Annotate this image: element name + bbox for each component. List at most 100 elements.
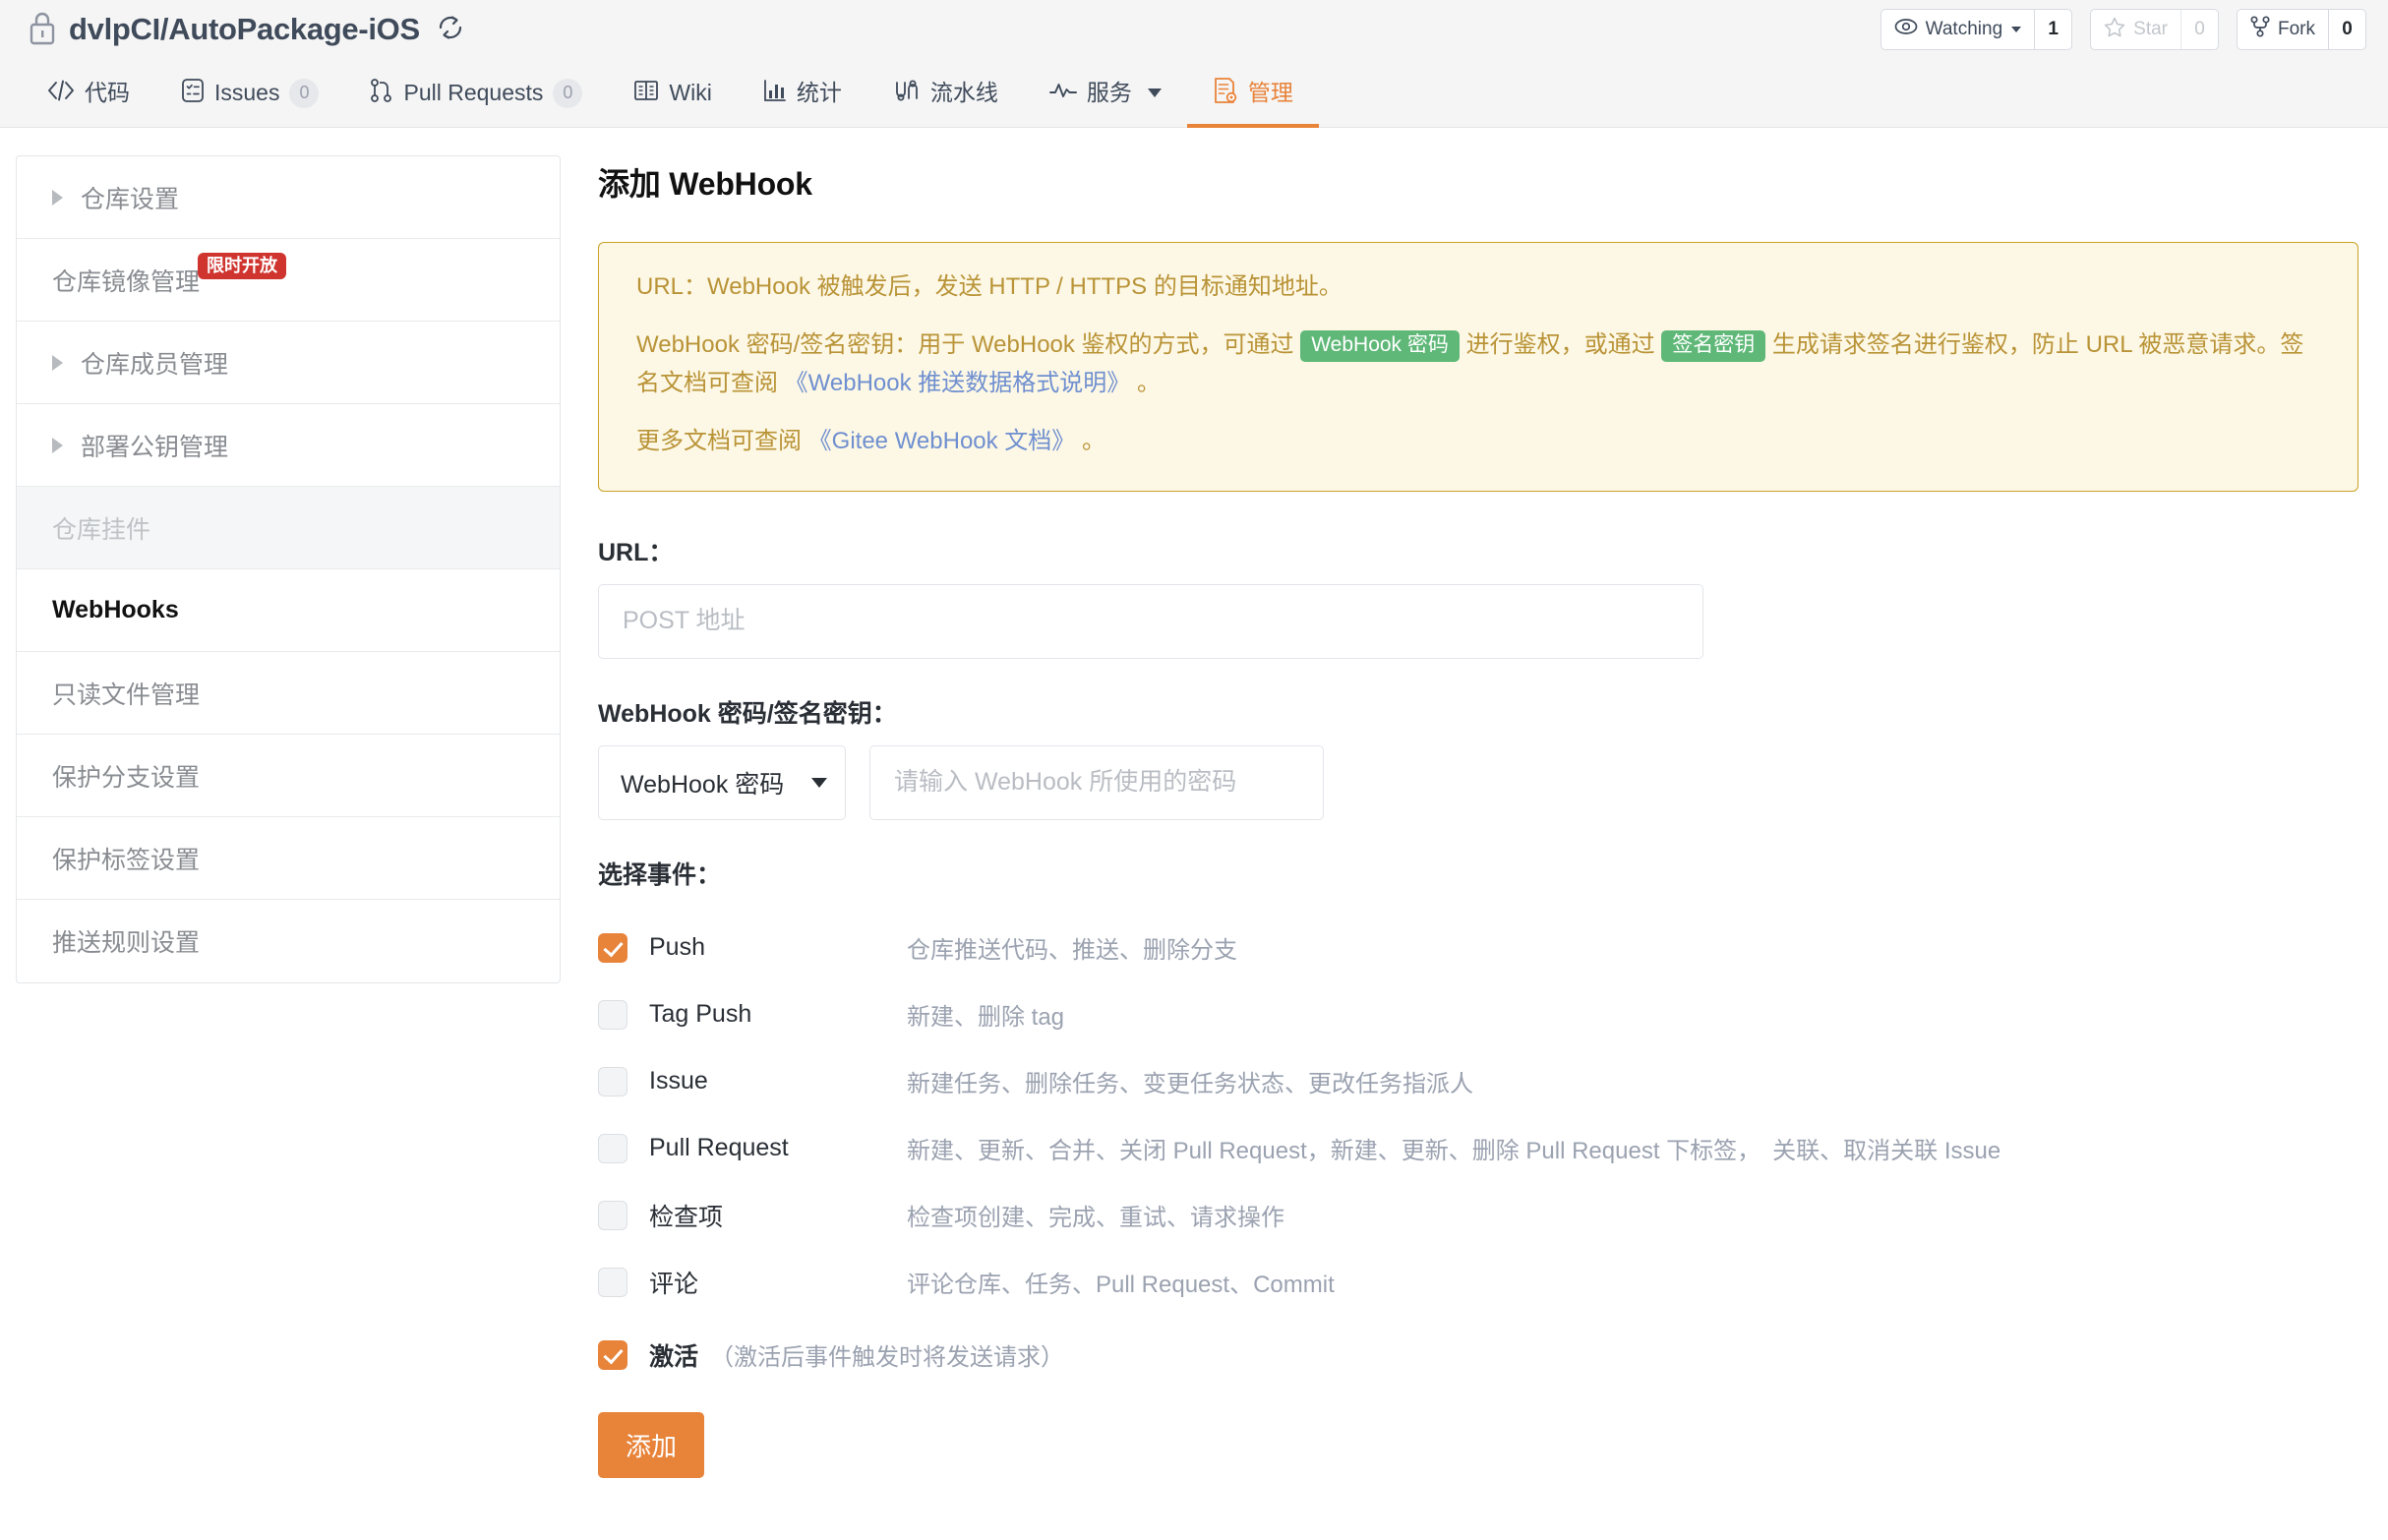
activate-hint: （激活后事件触发时将发送请求）: [710, 1344, 1065, 1371]
notice-docs-part-a: 更多文档可查阅: [636, 427, 808, 454]
event-name-issue: Issue: [649, 1067, 708, 1095]
fork-icon: [2250, 16, 2270, 43]
sidebar-item-readonly-files[interactable]: 只读文件管理: [17, 652, 560, 735]
event-name-tag-push: Tag Push: [649, 1000, 752, 1028]
star-button[interactable]: Star: [2091, 10, 2180, 49]
event-row-tag-push[interactable]: Tag Push 新建、删除 tag: [598, 981, 2358, 1048]
chevron-down-icon: [1147, 89, 1162, 97]
activate-row[interactable]: 激活 （激活后事件触发时将发送请求）: [598, 1337, 2358, 1373]
sidebar-item-member-management[interactable]: 仓库成员管理: [17, 322, 560, 404]
watch-button[interactable]: Watching: [1881, 10, 2035, 49]
star-icon: [2104, 17, 2125, 43]
event-row-check-item[interactable]: 检查项 检查项创建、完成、重试、请求操作: [598, 1182, 2358, 1249]
event-row-pull-request[interactable]: Pull Request 新建、更新、合并、关闭 Pull Request，新建…: [598, 1115, 2358, 1182]
tab-pipeline-label: 流水线: [929, 80, 998, 105]
activate-label: 激活: [649, 1342, 699, 1371]
event-desc-tag-push: 新建、删除 tag: [907, 1004, 1065, 1031]
sidebar-item-label: 只读文件管理: [52, 681, 201, 709]
tab-stats[interactable]: 统计: [738, 59, 867, 127]
secret-value-input[interactable]: [869, 744, 1324, 820]
notice-line-secret: WebHook 密码/签名密钥：用于 WebHook 鉴权的方式，可通过 Web…: [636, 326, 2320, 403]
repo-name[interactable]: dvlpCI/AutoPackage-iOS: [69, 12, 420, 47]
tab-wiki-label: Wiki: [669, 80, 712, 105]
sidebar-item-label: 仓库成员管理: [81, 350, 229, 379]
eye-icon: [1894, 18, 1918, 41]
fork-count[interactable]: 0: [2328, 10, 2365, 49]
event-row-comment[interactable]: 评论 评论仓库、任务、Pull Request、Commit: [598, 1249, 2358, 1316]
tab-wiki[interactable]: Wiki: [608, 59, 737, 127]
sidebar-item-mirror-management[interactable]: 仓库镜像管理 限时开放: [17, 239, 560, 322]
tab-manage[interactable]: 管理: [1186, 59, 1319, 128]
sidebar-item-label: 部署公钥管理: [81, 433, 229, 461]
checkbox-comment[interactable]: [598, 1267, 627, 1297]
notice-secret-part-a: WebHook 密码/签名密钥：用于 WebHook 鉴权的方式，可通过: [636, 330, 1301, 358]
checkbox-check-item[interactable]: [598, 1200, 627, 1230]
tab-pull-requests[interactable]: Pull Requests 0: [344, 59, 608, 127]
event-name-pull-request: Pull Request: [649, 1134, 789, 1161]
link-webhook-payload-doc[interactable]: 《WebHook 推送数据格式说明》: [785, 370, 1131, 396]
pull-request-icon: [370, 78, 393, 109]
tab-issues-badge: 0: [289, 78, 320, 108]
secret-type-select[interactable]: WebHook 密码: [598, 744, 846, 820]
sidebar-item-label: 推送规则设置: [52, 929, 201, 957]
star-button-group[interactable]: Star 0: [2090, 9, 2219, 50]
add-webhook-button[interactable]: 添加: [598, 1411, 705, 1478]
chevron-down-icon: [811, 777, 827, 788]
sync-icon[interactable]: [436, 13, 465, 47]
link-gitee-webhook-doc[interactable]: 《Gitee WebHook 文档》: [808, 428, 1076, 454]
activity-icon: [1048, 80, 1077, 106]
event-row-push[interactable]: Push 仓库推送代码、推送、删除分支: [598, 915, 2358, 981]
sidebar-item-label: 仓库设置: [81, 185, 180, 213]
checkbox-activate[interactable]: [598, 1339, 627, 1370]
sidebar-item-webhooks[interactable]: WebHooks: [17, 569, 560, 652]
tab-services[interactable]: 服务: [1024, 59, 1187, 127]
sidebar-item-label: 仓库挂件: [52, 515, 151, 544]
tab-pull-requests-badge: 0: [553, 78, 583, 108]
pipeline-icon: [893, 79, 921, 108]
sidebar-item-label: 保护分支设置: [52, 763, 201, 792]
watch-label: Watching: [1925, 19, 2003, 39]
watch-button-group[interactable]: Watching 1: [1880, 9, 2073, 50]
watch-count[interactable]: 1: [2034, 10, 2071, 49]
checkbox-pull-request[interactable]: [598, 1133, 627, 1163]
event-desc-pull-request: 新建、更新、合并、关闭 Pull Request，新建、更新、删除 Pull R…: [907, 1138, 2001, 1164]
sidebar-item-protected-branches[interactable]: 保护分支设置: [17, 735, 560, 817]
sidebar-item-widgets[interactable]: 仓库挂件: [17, 487, 560, 569]
sidebar-item-protected-tags[interactable]: 保护标签设置: [17, 817, 560, 900]
fork-button[interactable]: Fork: [2238, 10, 2328, 49]
notice-line-url-text: URL：WebHook 被触发后，发送 HTTP / HTTPS 的目标通知地址…: [636, 273, 1343, 300]
tab-code[interactable]: 代码: [22, 59, 155, 127]
url-field-label: URL：: [598, 538, 674, 566]
lock-icon: [28, 10, 57, 50]
triangle-right-icon: [52, 189, 63, 206]
tab-issues-label: Issues: [214, 80, 280, 105]
notice-line-docs: 更多文档可查阅 《Gitee WebHook 文档》 。: [636, 423, 2320, 461]
sidebar-item-repo-settings[interactable]: 仓库设置: [17, 156, 560, 239]
checkbox-tag-push[interactable]: [598, 999, 627, 1030]
notice-secret-part-d: 。: [1130, 369, 1161, 396]
url-input[interactable]: [598, 583, 1703, 659]
tab-issues[interactable]: Issues 0: [155, 59, 344, 127]
chart-icon: [763, 79, 787, 108]
event-desc-issue: 新建任务、删除任务、变更任务状态、更改任务指派人: [907, 1071, 1473, 1097]
star-count[interactable]: 0: [2180, 10, 2218, 49]
checkbox-push[interactable]: [598, 932, 627, 963]
sidebar-item-push-rules[interactable]: 推送规则设置: [17, 900, 560, 982]
tab-pipeline[interactable]: 流水线: [867, 59, 1024, 127]
fork-label: Fork: [2278, 19, 2315, 39]
tag-webhook-password: WebHook 密码: [1300, 329, 1460, 363]
checkbox-issue[interactable]: [598, 1066, 627, 1096]
event-row-issue[interactable]: Issue 新建任务、删除任务、变更任务状态、更改任务指派人: [598, 1048, 2358, 1115]
fork-button-group[interactable]: Fork 0: [2237, 9, 2366, 50]
url-field-block: URL：: [598, 533, 2358, 659]
event-desc-push: 仓库推送代码、推送、删除分支: [907, 937, 1237, 964]
repo-title-wrap: dvlpCI/AutoPackage-iOS: [28, 10, 465, 50]
notice-docs-part-b: 。: [1075, 427, 1105, 454]
tab-manage-label: 管理: [1247, 80, 1293, 105]
chevron-down-icon: [2011, 27, 2022, 32]
issue-icon: [181, 78, 205, 109]
repo-nav-tabs: 代码 Issues 0 Pull Requests 0 Wiki 统计 流水线: [0, 59, 2388, 128]
notice-line-url: URL：WebHook 被触发后，发送 HTTP / HTTPS 的目标通知地址…: [636, 268, 2320, 307]
sidebar-item-deploy-keys[interactable]: 部署公钥管理: [17, 404, 560, 487]
tab-pull-requests-label: Pull Requests: [403, 80, 544, 105]
